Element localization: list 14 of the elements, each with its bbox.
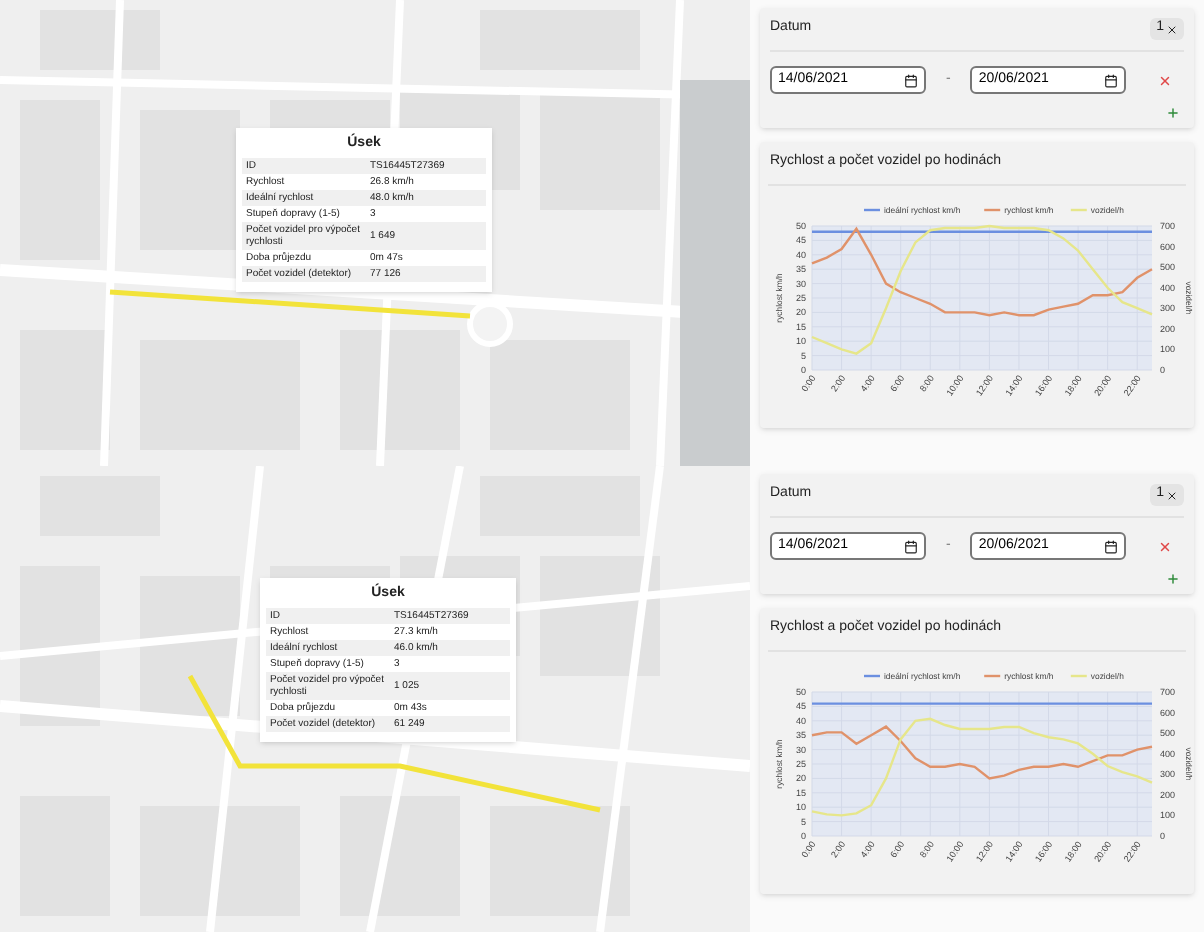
plus-icon (1166, 106, 1180, 120)
close-icon (1166, 489, 1178, 501)
remove-button[interactable] (1158, 73, 1173, 87)
calendar-icon (1104, 539, 1119, 553)
calendar-icon (1104, 73, 1119, 87)
close-icon (1158, 539, 1173, 553)
calendar-icon (904, 73, 918, 87)
plus-icon (1166, 572, 1180, 586)
close-icon (1158, 73, 1173, 87)
add-button[interactable] (1166, 572, 1180, 586)
calendar-icon (904, 539, 918, 553)
remove-button[interactable] (1158, 539, 1173, 553)
add-button[interactable] (1166, 106, 1180, 120)
close-icon (1166, 23, 1178, 35)
